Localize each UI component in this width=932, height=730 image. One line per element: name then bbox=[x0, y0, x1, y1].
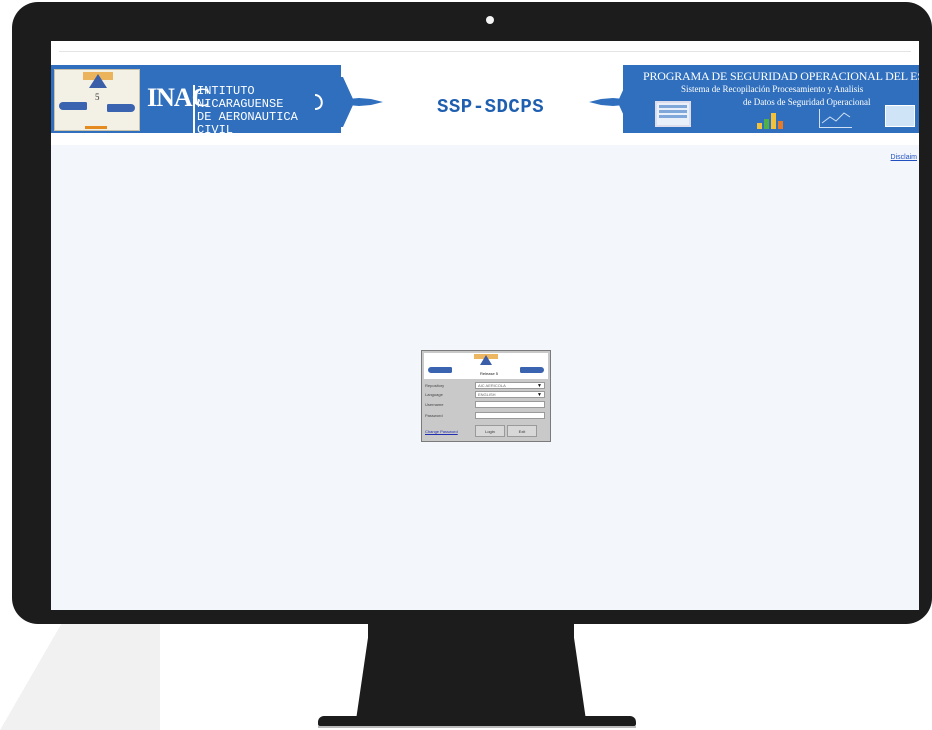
plane-icon bbox=[59, 102, 87, 110]
camera-dot bbox=[486, 16, 494, 24]
monitor-stand-edge bbox=[318, 726, 636, 728]
plane-icon bbox=[520, 367, 544, 373]
release-label: Release 5 bbox=[480, 371, 499, 376]
username-input[interactable] bbox=[475, 401, 545, 408]
login-logo: Release 5 bbox=[424, 353, 548, 379]
sdcps-logo: 5 bbox=[54, 69, 140, 131]
plane-icon bbox=[428, 367, 452, 373]
line-chart-icon bbox=[819, 109, 852, 128]
repository-select[interactable]: AIC AERICOLA ▼ bbox=[475, 382, 545, 389]
monitor-frame: 5 INAC INTITUTO NICARAGUENSE DE AERONAUT… bbox=[12, 2, 932, 624]
login-dialog: Release 5 Repository AIC AERICOLA ▼ Lang… bbox=[421, 350, 551, 442]
program-subtitle-2: de Datos de Seguridad Operacional bbox=[743, 97, 871, 107]
password-input[interactable] bbox=[475, 412, 545, 419]
plane-icon bbox=[107, 104, 135, 112]
language-row: Language ENGLISH ▼ bbox=[425, 391, 547, 399]
username-label: Username bbox=[425, 402, 444, 407]
username-row: Username bbox=[425, 401, 547, 409]
program-banner: PROGRAMA DE SEGURIDAD OPERACIONAL DEL ES… bbox=[623, 65, 919, 133]
dropdown-arrow-icon: ▼ bbox=[537, 392, 542, 398]
logo-number: 5 bbox=[95, 92, 100, 102]
repository-label: Repository bbox=[425, 383, 445, 388]
dropdown-arrow-icon: ▼ bbox=[537, 383, 542, 389]
monitor-stand bbox=[572, 624, 586, 720]
browser-screen: 5 INAC INTITUTO NICARAGUENSE DE AERONAUT… bbox=[51, 41, 919, 610]
language-select[interactable]: ENGLISH ▼ bbox=[475, 391, 545, 398]
page-top-strip bbox=[51, 41, 919, 63]
photo-icon bbox=[885, 105, 915, 127]
language-label: Language bbox=[425, 392, 443, 397]
monitor-stand-neck bbox=[368, 624, 574, 720]
repository-row: Repository AIC AERICOLA ▼ bbox=[425, 382, 547, 390]
change-password-link[interactable]: Change Password bbox=[425, 429, 458, 434]
disclaimer-link[interactable]: Disclaim bbox=[891, 154, 917, 161]
login-button[interactable]: Login bbox=[475, 425, 505, 437]
program-subtitle-1: Sistema de Recopilación Procesamiento y … bbox=[681, 84, 864, 94]
bar-chart-icon bbox=[755, 109, 785, 129]
monitor-stand-base bbox=[318, 716, 636, 726]
password-row: Password bbox=[425, 412, 547, 420]
password-label: Password bbox=[425, 413, 443, 418]
header-banner: 5 INAC INTITUTO NICARAGUENSE DE AERONAUT… bbox=[51, 63, 919, 145]
monitor-icon bbox=[655, 101, 691, 127]
system-title: SSP-SDCPS bbox=[437, 96, 545, 118]
inac-banner: 5 INAC INTITUTO NICARAGUENSE DE AERONAUT… bbox=[51, 65, 341, 137]
airplane-icon bbox=[313, 77, 383, 127]
program-title: PROGRAMA DE SEGURIDAD OPERACIONAL DEL ES… bbox=[643, 69, 919, 83]
exit-button[interactable]: Exit bbox=[507, 425, 537, 437]
